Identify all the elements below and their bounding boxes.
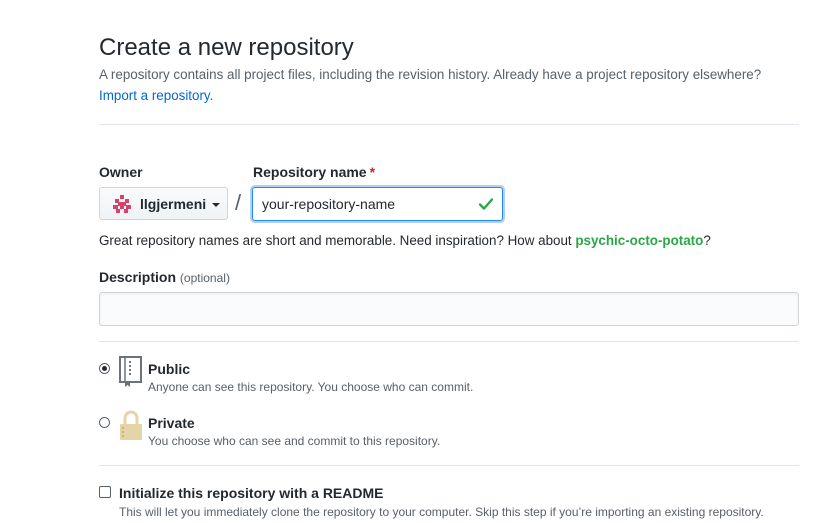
description-input[interactable] — [99, 292, 799, 326]
name-suggestion[interactable]: psychic-octo-potato — [575, 233, 703, 248]
page-title: Create a new repository — [99, 34, 354, 61]
check-icon — [478, 198, 494, 210]
private-description: You choose who can see and commit to thi… — [148, 434, 441, 448]
divider — [99, 465, 799, 466]
private-radio[interactable] — [99, 417, 110, 428]
divider — [99, 124, 799, 125]
repository-name-field — [252, 187, 503, 221]
owner-label: Owner — [99, 164, 143, 180]
owner-name: llgjermeni — [140, 195, 207, 212]
public-radio[interactable] — [99, 363, 110, 374]
repository-name-label: Repository name * — [253, 163, 375, 181]
repository-name-hint: Great repository names are short and mem… — [99, 233, 711, 249]
required-marker: * — [369, 164, 376, 180]
public-title: Public — [148, 361, 191, 377]
description-label-text: Description — [99, 269, 177, 285]
import-repository-link[interactable]: Import a repository. — [99, 88, 213, 104]
hint-text: Great repository names are short and mem… — [99, 233, 576, 248]
owner-repo-separator: / — [235, 190, 242, 215]
optional-note: (optional) — [179, 271, 230, 285]
divider — [99, 341, 799, 342]
hint-suffix: ? — [703, 233, 711, 248]
description-label: Description (optional) — [99, 268, 230, 287]
lock-icon — [120, 410, 142, 440]
private-title: Private — [148, 415, 195, 431]
page-subtitle: A repository contains all project files,… — [99, 67, 762, 82]
public-description: Anyone can see this repository. You choo… — [148, 380, 474, 394]
readme-checkbox[interactable] — [99, 486, 111, 498]
repository-name-label-text: Repository name — [253, 164, 367, 180]
owner-select-button[interactable]: llgjermeni — [99, 187, 228, 220]
create-repository-page: Create a new repository A repository con… — [0, 0, 821, 523]
readme-label[interactable]: Initialize this repository with a README — [119, 484, 383, 502]
readme-description: This will let you immediately clone the … — [119, 505, 764, 519]
repository-name-input[interactable] — [253, 188, 463, 220]
owner-avatar-icon — [113, 194, 131, 213]
repo-book-icon — [119, 356, 142, 387]
chevron-down-icon — [212, 202, 221, 207]
